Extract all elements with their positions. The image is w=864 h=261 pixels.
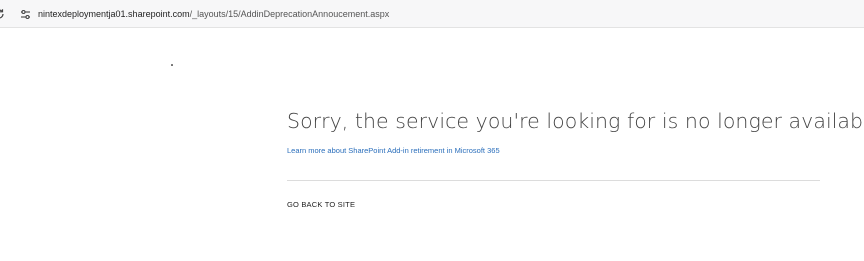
learn-more-link[interactable]: Learn more about SharePoint Add-in retir…	[287, 146, 847, 156]
url-field[interactable]: nintexdeploymentja01.sharepoint.com/_lay…	[38, 7, 389, 21]
url-host: nintexdeploymentja01.sharepoint.com	[38, 9, 190, 19]
go-back-to-site-link[interactable]: GO BACK TO SITE	[287, 200, 355, 210]
site-info-icon[interactable]	[17, 6, 33, 22]
stray-dot	[171, 64, 173, 66]
divider	[287, 180, 820, 181]
page-title: Sorry, the service you're looking for is…	[287, 109, 864, 133]
reload-icon[interactable]	[0, 8, 5, 20]
error-content: Sorry, the service you're looking for is…	[287, 105, 864, 156]
browser-address-bar: nintexdeploymentja01.sharepoint.com/_lay…	[0, 0, 864, 28]
url-path: /_layouts/15/AddinDeprecationAnnoucement…	[189, 9, 390, 19]
